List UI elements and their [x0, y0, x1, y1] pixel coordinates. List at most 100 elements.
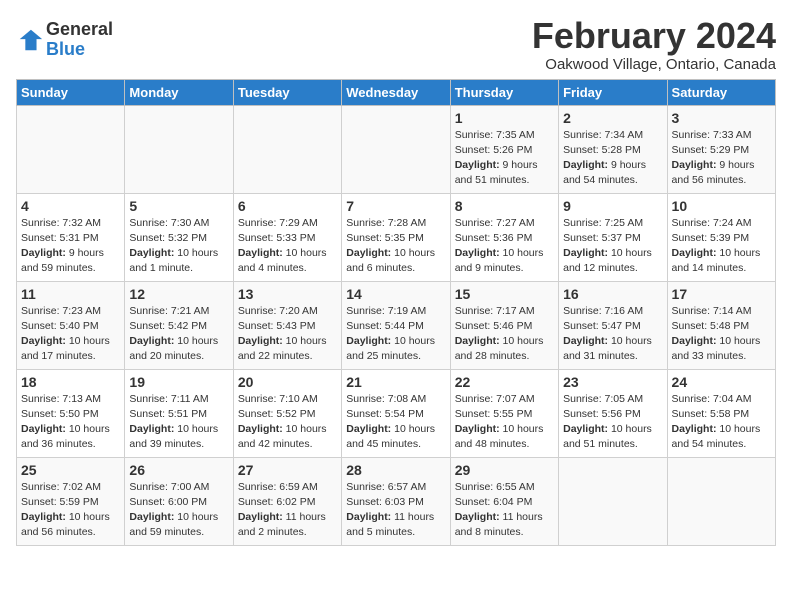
- day-info: Sunrise: 7:13 AMSunset: 5:50 PMDaylight:…: [21, 392, 120, 453]
- calendar-cell: [17, 105, 125, 193]
- day-number: 4: [21, 198, 120, 214]
- calendar-cell: 9 Sunrise: 7:25 AMSunset: 5:37 PMDaylight…: [559, 193, 667, 281]
- logo-line2: Blue: [46, 40, 113, 60]
- day-info: Sunrise: 7:10 AMSunset: 5:52 PMDaylight:…: [238, 392, 337, 453]
- day-number: 29: [455, 462, 554, 478]
- week-row-2: 11 Sunrise: 7:23 AMSunset: 5:40 PMDayligh…: [17, 281, 776, 369]
- day-info: Sunrise: 7:24 AMSunset: 5:39 PMDaylight:…: [672, 216, 771, 277]
- calendar-cell: 10 Sunrise: 7:24 AMSunset: 5:39 PMDayligh…: [667, 193, 775, 281]
- day-number: 7: [346, 198, 445, 214]
- day-number: 16: [563, 286, 662, 302]
- day-number: 24: [672, 374, 771, 390]
- calendar-cell: 12 Sunrise: 7:21 AMSunset: 5:42 PMDayligh…: [125, 281, 233, 369]
- calendar-cell: 28 Sunrise: 6:57 AMSunset: 6:03 PMDayligh…: [342, 457, 450, 545]
- day-number: 21: [346, 374, 445, 390]
- day-info: Sunrise: 7:14 AMSunset: 5:48 PMDaylight:…: [672, 304, 771, 365]
- header-sunday: Sunday: [17, 79, 125, 105]
- day-number: 11: [21, 286, 120, 302]
- calendar-cell: 20 Sunrise: 7:10 AMSunset: 5:52 PMDayligh…: [233, 369, 341, 457]
- day-info: Sunrise: 7:21 AMSunset: 5:42 PMDaylight:…: [129, 304, 228, 365]
- header-saturday: Saturday: [667, 79, 775, 105]
- calendar-cell: 13 Sunrise: 7:20 AMSunset: 5:43 PMDayligh…: [233, 281, 341, 369]
- day-number: 14: [346, 286, 445, 302]
- day-number: 28: [346, 462, 445, 478]
- day-number: 8: [455, 198, 554, 214]
- calendar-cell: 27 Sunrise: 6:59 AMSunset: 6:02 PMDayligh…: [233, 457, 341, 545]
- calendar-cell: 29 Sunrise: 6:55 AMSunset: 6:04 PMDayligh…: [450, 457, 558, 545]
- calendar-cell: 8 Sunrise: 7:27 AMSunset: 5:36 PMDaylight…: [450, 193, 558, 281]
- day-info: Sunrise: 7:16 AMSunset: 5:47 PMDaylight:…: [563, 304, 662, 365]
- header-monday: Monday: [125, 79, 233, 105]
- calendar-cell: 7Sunrise: 7:28 AMSunset: 5:35 PMDaylight…: [342, 193, 450, 281]
- day-info: Sunrise: 7:07 AMSunset: 5:55 PMDaylight:…: [455, 392, 554, 453]
- calendar-cell: [233, 105, 341, 193]
- header-friday: Friday: [559, 79, 667, 105]
- title-block: February 2024 Oakwood Village, Ontario, …: [532, 16, 776, 73]
- day-number: 10: [672, 198, 771, 214]
- day-info: Sunrise: 7:00 AMSunset: 6:00 PMDaylight:…: [129, 480, 228, 541]
- day-number: 13: [238, 286, 337, 302]
- day-info: Sunrise: 7:02 AMSunset: 5:59 PMDaylight:…: [21, 480, 120, 541]
- calendar-cell: 24 Sunrise: 7:04 AMSunset: 5:58 PMDayligh…: [667, 369, 775, 457]
- calendar-cell: 22 Sunrise: 7:07 AMSunset: 5:55 PMDayligh…: [450, 369, 558, 457]
- location-title: Oakwood Village, Ontario, Canada: [532, 56, 776, 73]
- calendar-cell: 17Sunrise: 7:14 AMSunset: 5:48 PMDayligh…: [667, 281, 775, 369]
- calendar-cell: 21 Sunrise: 7:08 AMSunset: 5:54 PMDayligh…: [342, 369, 450, 457]
- day-number: 23: [563, 374, 662, 390]
- day-info: Sunrise: 7:11 AMSunset: 5:51 PMDaylight:…: [129, 392, 228, 453]
- calendar-cell: 23 Sunrise: 7:05 AMSunset: 5:56 PMDayligh…: [559, 369, 667, 457]
- calendar-table: SundayMondayTuesdayWednesdayThursdayFrid…: [16, 79, 776, 546]
- day-info: Sunrise: 7:27 AMSunset: 5:36 PMDaylight:…: [455, 216, 554, 277]
- calendar-cell: [342, 105, 450, 193]
- header-row: SundayMondayTuesdayWednesdayThursdayFrid…: [17, 79, 776, 105]
- day-number: 3: [672, 110, 771, 126]
- day-number: 22: [455, 374, 554, 390]
- day-info: Sunrise: 7:19 AMSunset: 5:44 PMDaylight:…: [346, 304, 445, 365]
- day-info: Sunrise: 7:23 AMSunset: 5:40 PMDaylight:…: [21, 304, 120, 365]
- header-tuesday: Tuesday: [233, 79, 341, 105]
- day-info: Sunrise: 7:17 AMSunset: 5:46 PMDaylight:…: [455, 304, 554, 365]
- day-number: 18: [21, 374, 120, 390]
- day-info: Sunrise: 7:25 AMSunset: 5:37 PMDaylight:…: [563, 216, 662, 277]
- day-number: 26: [129, 462, 228, 478]
- day-info: Sunrise: 7:30 AMSunset: 5:32 PMDaylight:…: [129, 216, 228, 277]
- header-wednesday: Wednesday: [342, 79, 450, 105]
- day-info: Sunrise: 7:05 AMSunset: 5:56 PMDaylight:…: [563, 392, 662, 453]
- calendar-cell: [125, 105, 233, 193]
- day-info: Sunrise: 6:55 AMSunset: 6:04 PMDaylight:…: [455, 480, 554, 541]
- header-thursday: Thursday: [450, 79, 558, 105]
- day-number: 1: [455, 110, 554, 126]
- week-row-0: 1Sunrise: 7:35 AMSunset: 5:26 PMDaylight…: [17, 105, 776, 193]
- day-number: 27: [238, 462, 337, 478]
- day-number: 6: [238, 198, 337, 214]
- calendar-cell: 18 Sunrise: 7:13 AMSunset: 5:50 PMDayligh…: [17, 369, 125, 457]
- logo-line1: General: [46, 20, 113, 40]
- day-info: Sunrise: 7:32 AMSunset: 5:31 PMDaylight:…: [21, 216, 120, 277]
- calendar-cell: 25Sunrise: 7:02 AMSunset: 5:59 PMDayligh…: [17, 457, 125, 545]
- day-number: 15: [455, 286, 554, 302]
- day-info: Sunrise: 7:20 AMSunset: 5:43 PMDaylight:…: [238, 304, 337, 365]
- day-info: Sunrise: 6:57 AMSunset: 6:03 PMDaylight:…: [346, 480, 445, 541]
- calendar-cell: 15 Sunrise: 7:17 AMSunset: 5:46 PMDayligh…: [450, 281, 558, 369]
- logo: General Blue: [16, 20, 113, 60]
- calendar-cell: 2Sunrise: 7:34 AMSunset: 5:28 PMDaylight…: [559, 105, 667, 193]
- logo-icon: [16, 26, 44, 54]
- day-info: Sunrise: 7:08 AMSunset: 5:54 PMDaylight:…: [346, 392, 445, 453]
- day-number: 20: [238, 374, 337, 390]
- page-header: General Blue February 2024 Oakwood Villa…: [16, 16, 776, 73]
- calendar-cell: [559, 457, 667, 545]
- day-number: 12: [129, 286, 228, 302]
- day-number: 19: [129, 374, 228, 390]
- week-row-3: 18 Sunrise: 7:13 AMSunset: 5:50 PMDayligh…: [17, 369, 776, 457]
- day-info: Sunrise: 7:04 AMSunset: 5:58 PMDaylight:…: [672, 392, 771, 453]
- day-number: 9: [563, 198, 662, 214]
- day-number: 2: [563, 110, 662, 126]
- calendar-cell: 5 Sunrise: 7:30 AMSunset: 5:32 PMDaylight…: [125, 193, 233, 281]
- day-number: 5: [129, 198, 228, 214]
- day-info: Sunrise: 7:33 AMSunset: 5:29 PMDaylight:…: [672, 128, 771, 189]
- calendar-cell: 3 Sunrise: 7:33 AMSunset: 5:29 PMDaylight…: [667, 105, 775, 193]
- day-info: Sunrise: 6:59 AMSunset: 6:02 PMDaylight:…: [238, 480, 337, 541]
- calendar-cell: 6 Sunrise: 7:29 AMSunset: 5:33 PMDaylight…: [233, 193, 341, 281]
- month-title: February 2024: [532, 16, 776, 56]
- day-info: Sunrise: 7:29 AMSunset: 5:33 PMDaylight:…: [238, 216, 337, 277]
